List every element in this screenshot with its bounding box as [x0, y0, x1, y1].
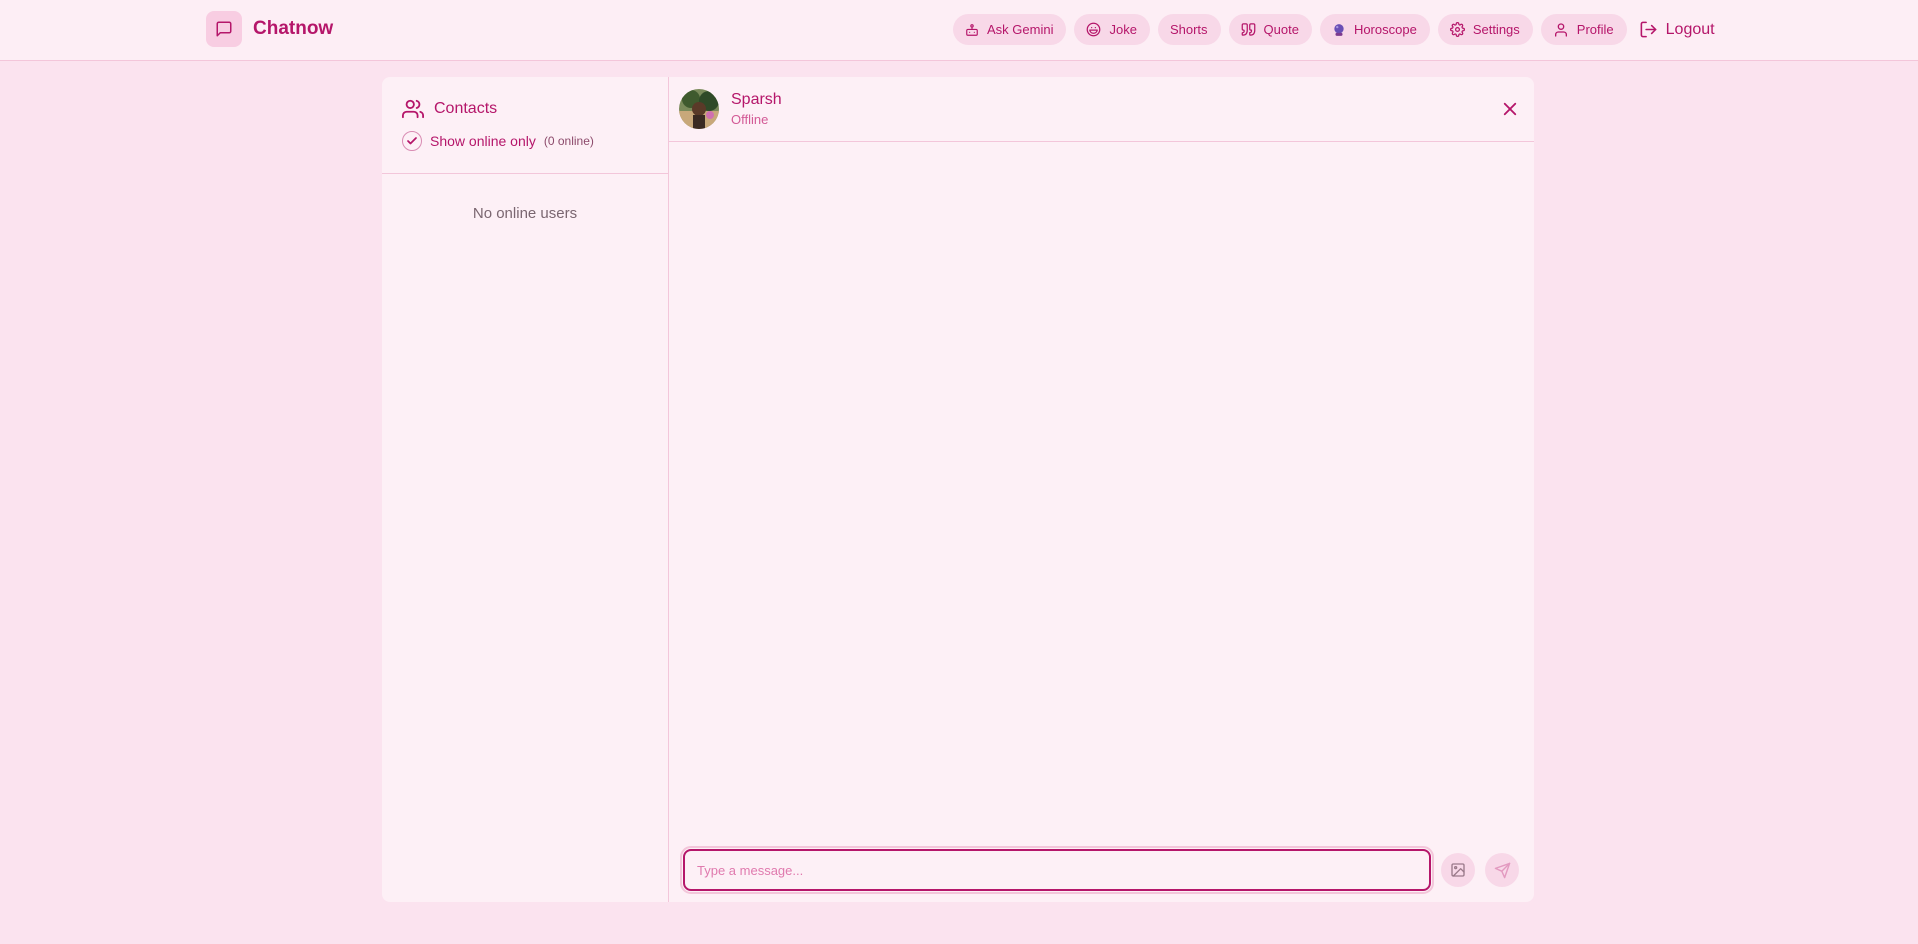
send-icon — [1494, 862, 1510, 878]
nav-quote-label: Quote — [1263, 22, 1299, 37]
chat-peer-status: Offline — [731, 112, 769, 127]
chat-container: Contacts Show online only (0 online) No … — [382, 77, 1534, 902]
users-icon — [402, 99, 424, 119]
chat-window: Sparsh Offline — [669, 77, 1534, 902]
avatar — [679, 89, 719, 129]
logout-icon — [1640, 21, 1657, 38]
chat-peer-info: Sparsh Offline — [731, 91, 782, 127]
nav-menu: Ask Gemini Joke Shorts Quote Horoscope S… — [953, 14, 1715, 45]
nav-shorts-button[interactable]: Shorts — [1157, 14, 1221, 45]
check-icon — [407, 137, 417, 145]
bot-icon — [966, 23, 978, 36]
nav-ask-gemini-button[interactable]: Ask Gemini — [953, 14, 1067, 45]
message-square-icon — [206, 11, 242, 47]
quote-icon — [1241, 23, 1255, 36]
contacts-title: Contacts — [434, 100, 498, 117]
chat-peer-name: Sparsh — [731, 91, 782, 108]
nav-settings-button[interactable]: Settings — [1437, 14, 1533, 45]
crystal-ball-icon — [1334, 23, 1344, 36]
empty-contacts-message: No online users — [472, 205, 578, 222]
laugh-icon — [1087, 22, 1101, 37]
online-only-checkbox[interactable] — [402, 131, 422, 151]
nav-profile-label: Profile — [1576, 22, 1614, 37]
online-only-filter: Show online only (0 online) — [402, 130, 668, 152]
top-navbar: Chatnow Ask Gemini Joke Shorts Quote Hor… — [0, 0, 1918, 61]
sidebar-header: Contacts Show online only (0 online) — [382, 77, 668, 174]
nav-shorts-label: Shorts — [1169, 22, 1208, 37]
brand-name: Chatnow — [253, 18, 334, 39]
nav-joke-button[interactable]: Joke — [1074, 14, 1150, 45]
nav-quote-button[interactable]: Quote — [1228, 14, 1312, 45]
gear-icon — [1449, 22, 1465, 37]
nav-settings-label: Settings — [1472, 22, 1520, 37]
message-composer — [669, 838, 1534, 902]
send-button[interactable] — [1485, 853, 1519, 887]
close-icon — [1503, 102, 1517, 116]
nav-ask-gemini-label: Ask Gemini — [987, 22, 1054, 37]
chat-header: Sparsh Offline — [669, 77, 1534, 142]
image-icon — [1451, 863, 1465, 877]
nav-horoscope-button[interactable]: Horoscope — [1319, 14, 1430, 45]
online-only-label[interactable]: Show online only — [430, 133, 536, 149]
logout-button[interactable]: Logout — [1635, 20, 1715, 39]
brand-link[interactable]: Chatnow — [206, 11, 333, 47]
nav-profile-button[interactable]: Profile — [1540, 14, 1627, 45]
contacts-heading: Contacts — [402, 97, 668, 121]
message-input[interactable] — [680, 846, 1434, 894]
attach-image-button[interactable] — [1441, 853, 1475, 887]
nav-joke-label: Joke — [1109, 22, 1137, 37]
contacts-sidebar: Contacts Show online only (0 online) No … — [382, 77, 669, 902]
logout-label: Logout — [1665, 20, 1715, 38]
online-count: (0 online) — [543, 134, 594, 148]
nav-horoscope-label: Horoscope — [1353, 22, 1417, 37]
user-icon — [1554, 22, 1567, 37]
close-chat-button[interactable] — [1500, 99, 1520, 119]
message-list[interactable] — [669, 142, 1534, 838]
